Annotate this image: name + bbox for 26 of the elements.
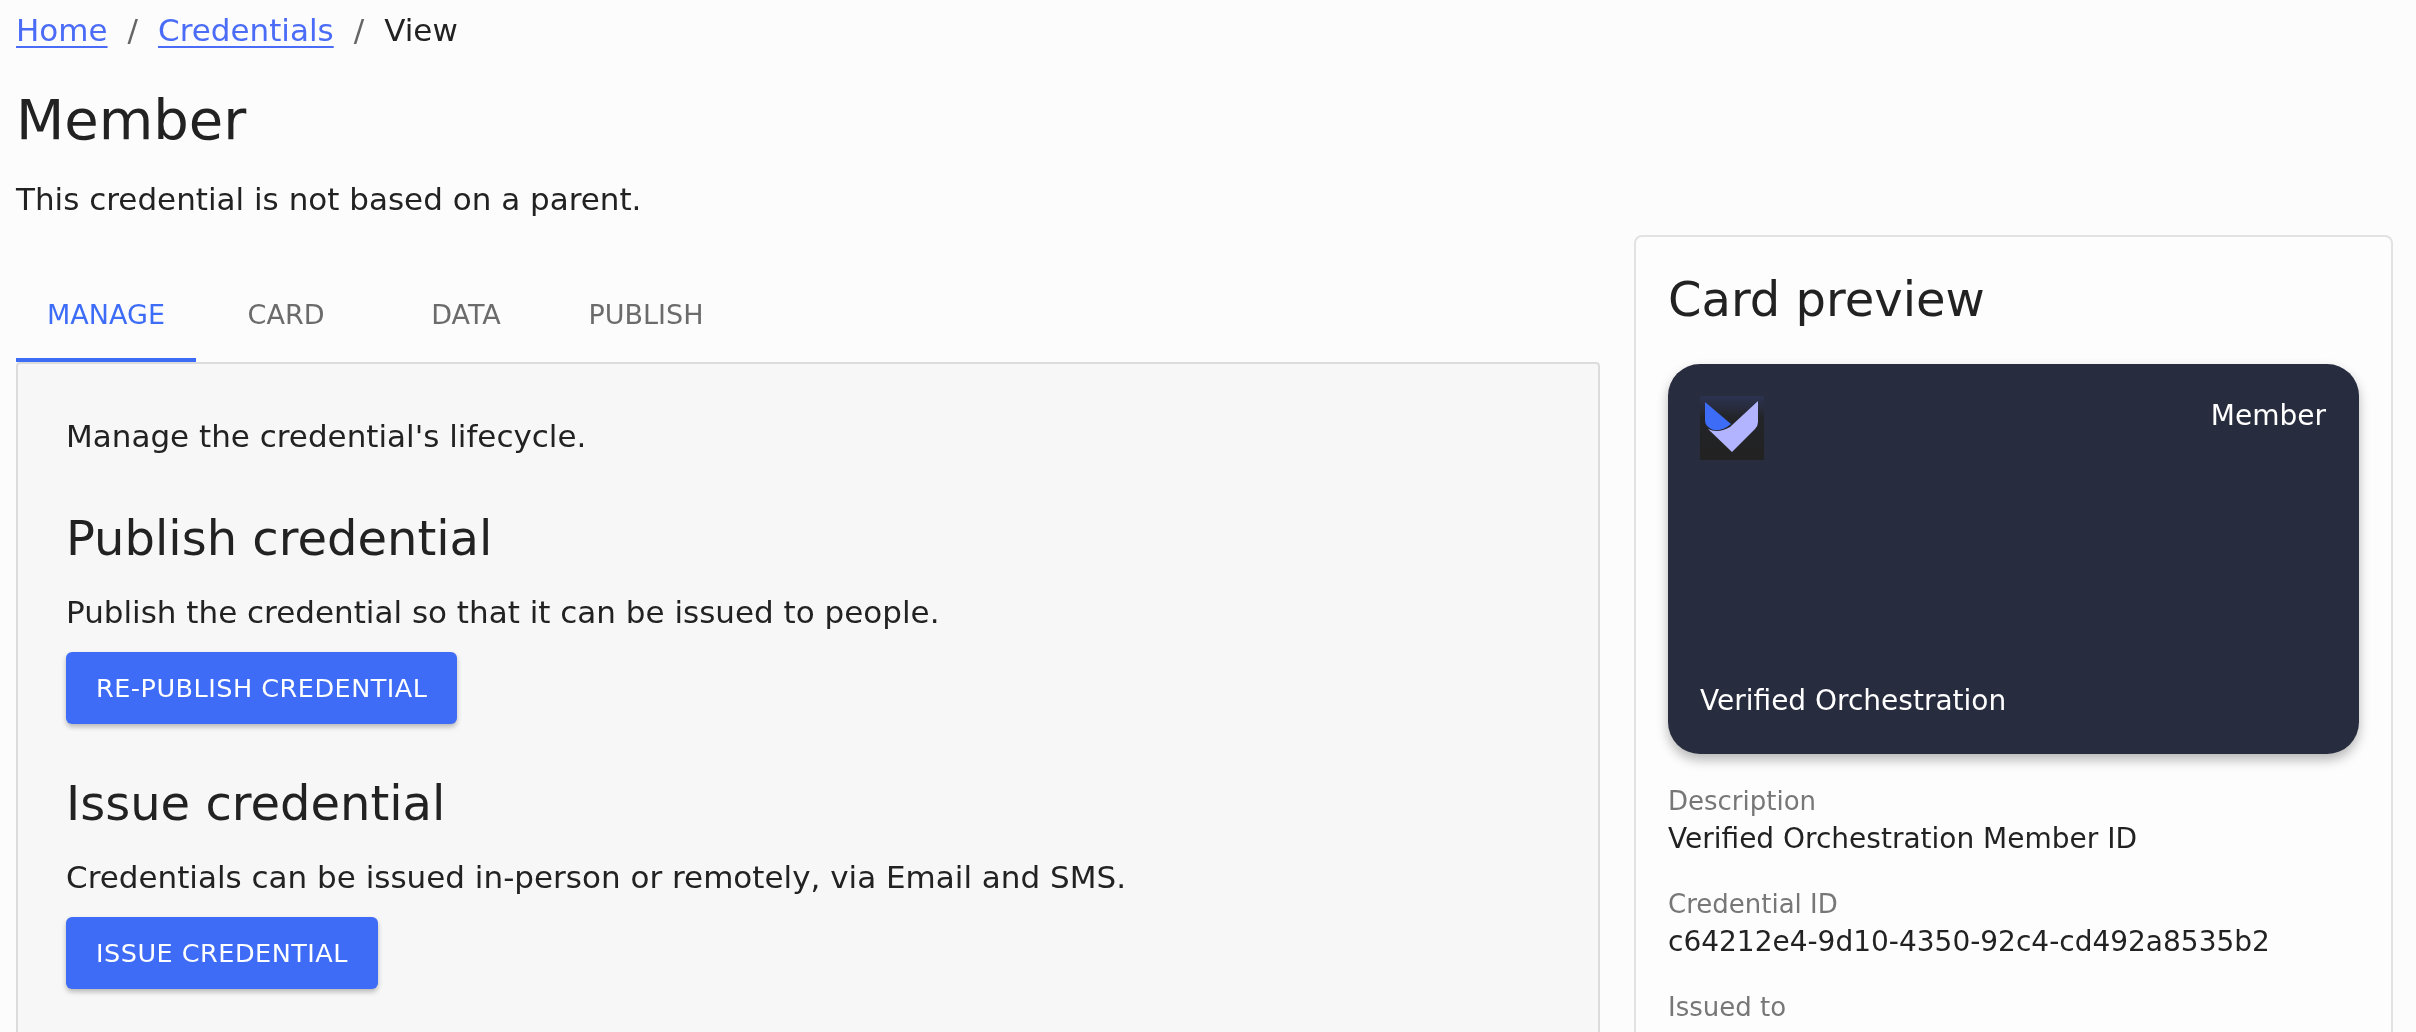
breadcrumb-separator: / [127, 11, 138, 50]
card-name: Member [2210, 398, 2326, 434]
preview-title: Card preview [1668, 270, 1986, 328]
page-title: Member [16, 86, 247, 153]
field-value: c64212e4-9d10-4350-92c4-cd492a8535b2 [1668, 924, 2270, 960]
tab[interactable]: DATA [376, 266, 556, 362]
section-text: Publish the credential so that it can be issued to people. [66, 593, 940, 632]
section-heading: Issue credential [66, 775, 446, 831]
tab[interactable]: CARD [196, 266, 376, 362]
breadcrumb-link[interactable]: Credentials [158, 10, 334, 50]
field-label: Description [1668, 785, 1817, 818]
breadcrumb-separator: / [353, 11, 365, 50]
tab[interactable]: PUBLISH [556, 266, 736, 362]
chevron-logo-icon [1700, 396, 1764, 460]
page-subtitle: This credential is not based on a parent. [16, 180, 642, 219]
card-issuer: Verified Orchestration [1700, 683, 2007, 719]
breadcrumb-link[interactable]: Home [16, 10, 108, 50]
field-label: Credential ID [1668, 888, 1838, 921]
panel-intro: Manage the credential's lifecycle. [66, 417, 587, 456]
field-label: Issued to [1668, 991, 1787, 1024]
action-button[interactable]: RE-PUBLISH CREDENTIAL [66, 652, 458, 724]
field-value: Verified Orchestration Member ID [1668, 821, 2137, 857]
breadcrumb-current: View [384, 11, 458, 50]
section-heading: Publish credential [66, 510, 493, 566]
section-text: Credentials can be issued in-person or remotely, via Email and SMS. [66, 858, 1126, 897]
action-button[interactable]: ISSUE CREDENTIAL [66, 917, 378, 989]
